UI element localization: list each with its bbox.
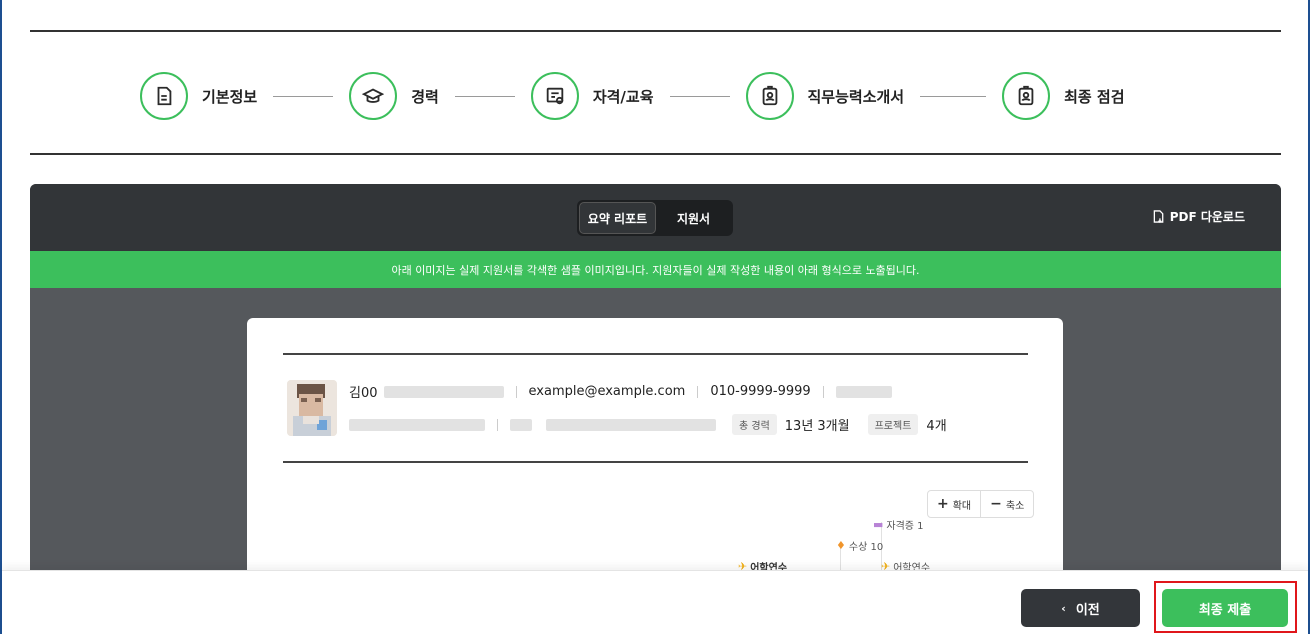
redacted-info xyxy=(383,385,504,398)
stepper-divider xyxy=(30,153,1281,155)
step-connector xyxy=(273,95,334,97)
prev-label: 이전 xyxy=(1075,602,1100,618)
redacted-info xyxy=(835,385,892,398)
id-badge-icon xyxy=(745,72,794,120)
step-label: 최종 점검 xyxy=(1064,87,1125,106)
step-connector xyxy=(920,95,987,97)
sheet-divider xyxy=(283,353,1028,355)
timeline-language-label: 어학연수 xyxy=(750,563,788,570)
view-toggle: 요약 리포트 지원서 xyxy=(577,200,733,236)
separator xyxy=(822,385,824,398)
document-icon xyxy=(140,72,188,120)
redacted-info xyxy=(349,418,485,431)
timeline-language-2: ✈ 어학연수 xyxy=(881,559,930,570)
step-basic-info[interactable]: 기본정보 xyxy=(140,72,257,120)
folder-icon: ▬ xyxy=(873,518,884,531)
separator xyxy=(515,385,517,398)
career-value: 13년 3개월 xyxy=(784,419,850,434)
timeline-language-label: 어학연수 xyxy=(893,563,931,570)
minus-icon: − xyxy=(990,496,1002,512)
redacted-info xyxy=(546,418,716,431)
step-label: 기본정보 xyxy=(202,87,258,106)
graduation-cap-icon xyxy=(349,72,398,120)
step-connector xyxy=(669,95,730,97)
sheet-divider xyxy=(283,461,1028,463)
separator xyxy=(497,418,498,431)
resume-sheet: 김00 example@example.com 010-9999-9999 총 … xyxy=(247,318,1063,570)
project-value: 4개 xyxy=(926,419,947,434)
career-tag: 총 경력 xyxy=(732,414,777,435)
profile-contact-line: 김00 example@example.com 010-9999-9999 xyxy=(349,382,892,401)
step-label: 자격/교육 xyxy=(592,87,654,106)
id-badge-icon xyxy=(1002,72,1051,120)
airplane-icon: ✈ xyxy=(738,560,748,570)
file-download-icon xyxy=(1153,210,1164,223)
project-tag: 프로젝트 xyxy=(867,414,919,435)
avatar xyxy=(287,380,337,436)
trophy-icon: ♦ xyxy=(836,539,846,552)
final-submit-button[interactable]: 최종 제출 xyxy=(1162,589,1288,627)
zoom-in-label: 확대 xyxy=(952,500,972,512)
step-connector xyxy=(454,95,515,97)
step-certification[interactable]: 자격/교육 xyxy=(530,72,654,120)
zoom-out-button[interactable]: − 축소 xyxy=(980,491,1033,517)
step-label: 경력 xyxy=(411,87,439,106)
preview-header: 요약 리포트 지원서 PDF 다운로드 xyxy=(30,184,1281,251)
zoom-in-button[interactable]: + 확대 xyxy=(928,491,980,517)
top-divider xyxy=(30,30,1281,32)
sample-notice: 아래 이미지는 실제 지원서를 각색한 샘플 이미지입니다. 지원자들이 실제 … xyxy=(30,251,1281,288)
footer-bar: ‹ 이전 최종 제출 xyxy=(2,570,1308,634)
step-final-check[interactable]: 최종 점검 xyxy=(1002,72,1125,120)
pdf-download-button[interactable]: PDF 다운로드 xyxy=(1153,208,1245,225)
tab-application[interactable]: 지원서 xyxy=(656,202,731,234)
zoom-out-label: 축소 xyxy=(1005,500,1025,512)
profile-summary-line: 총 경력 13년 3개월 프로젝트 4개 xyxy=(349,414,965,435)
step-label: 직무능력소개서 xyxy=(807,87,905,106)
profile-phone: 010-9999-9999 xyxy=(710,384,811,399)
prev-button[interactable]: ‹ 이전 xyxy=(1021,589,1140,627)
timeline-award: ♦ 수상 10 xyxy=(836,538,883,553)
timeline-award-label: 수상 10 xyxy=(848,542,884,553)
progress-stepper: 기본정보 경력 자격/교육 직무능력소개서 최종 점검 xyxy=(140,72,1125,120)
redacted-info xyxy=(510,418,532,431)
timeline-cert-label: 자격증 1 xyxy=(886,521,924,532)
timeline-language-1: ✈ 어학연수 xyxy=(738,559,787,570)
timeline-cert: ▬ 자격증 1 xyxy=(873,517,924,532)
preview-panel: 요약 리포트 지원서 PDF 다운로드 아래 이미지는 실제 지원서를 각색한 … xyxy=(30,184,1281,570)
profile-email: example@example.com xyxy=(528,384,686,399)
tab-summary-report[interactable]: 요약 리포트 xyxy=(579,202,656,234)
separator xyxy=(697,385,699,398)
pdf-download-label: PDF 다운로드 xyxy=(1169,210,1245,224)
airplane-icon: ✈ xyxy=(881,560,891,570)
zoom-controls: + 확대 − 축소 xyxy=(927,490,1035,518)
plus-icon: + xyxy=(937,496,949,512)
certificate-icon xyxy=(530,72,579,120)
step-career[interactable]: 경력 xyxy=(349,72,439,120)
profile-name: 김00 xyxy=(349,386,378,401)
chevron-left-icon: ‹ xyxy=(1061,601,1066,615)
step-job-intro[interactable]: 직무능력소개서 xyxy=(745,72,905,120)
